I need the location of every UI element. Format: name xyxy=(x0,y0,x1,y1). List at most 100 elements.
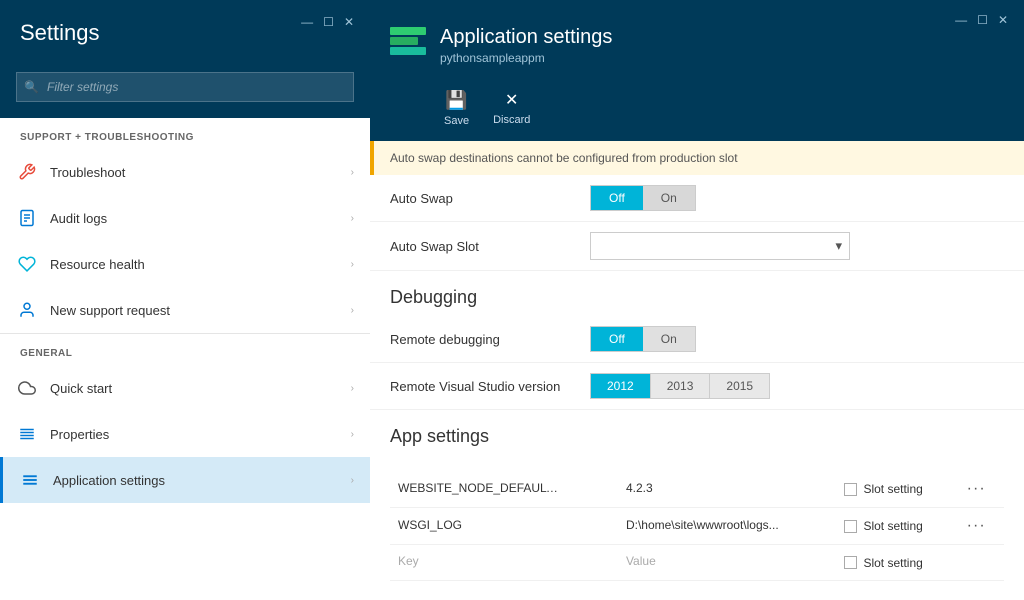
properties-label: Properties xyxy=(50,427,351,442)
sidebar-item-troubleshoot[interactable]: Troubleshoot › xyxy=(0,149,370,195)
heart-icon xyxy=(16,253,38,275)
section-label-general: GENERAL xyxy=(0,334,370,365)
key-value: WSGI_LOG xyxy=(398,518,462,532)
app-settings-heading: App settings xyxy=(370,410,1024,455)
version-toggle: 2012 2013 2015 xyxy=(590,373,770,399)
sidebar-item-resource-health[interactable]: Resource health › xyxy=(0,241,370,287)
value-cell: 4.2.3 xyxy=(618,471,837,508)
maximize-btn-right[interactable]: ☐ xyxy=(977,14,988,26)
sidebar-item-application-settings[interactable]: Application settings › xyxy=(0,457,370,503)
app-settings-table: WEBSITE_NODE_DEFAULT_V... 4.2.3 Slot set… xyxy=(390,471,1004,581)
remote-debugging-toggle: Off On xyxy=(590,326,696,352)
auto-swap-row: Auto Swap Off On xyxy=(370,175,1024,222)
chevron-icon: › xyxy=(351,475,354,486)
key-cell: Key xyxy=(390,545,618,581)
toolbar: 💾 Save ✕ Discard xyxy=(370,90,1024,141)
slot-checkbox[interactable] xyxy=(844,483,857,496)
auto-swap-slot-select-wrapper xyxy=(590,232,850,260)
sidebar-item-quick-start[interactable]: Quick start › xyxy=(0,365,370,411)
remote-debugging-label: Remote debugging xyxy=(390,332,590,347)
bars-equal-icon xyxy=(19,469,41,491)
application-settings-label: Application settings xyxy=(53,473,351,488)
right-panel-title: Application settings xyxy=(440,26,1004,49)
audit-logs-label: Audit logs xyxy=(50,211,351,226)
remote-debugging-on-btn[interactable]: On xyxy=(643,327,695,351)
key-value: WEBSITE_NODE_DEFAULT_V... xyxy=(398,481,558,495)
discard-button[interactable]: ✕ Discard xyxy=(493,90,530,127)
auto-swap-slot-row: Auto Swap Slot xyxy=(370,222,1024,271)
save-button[interactable]: 💾 Save xyxy=(444,90,469,127)
version-2013-btn[interactable]: 2013 xyxy=(651,374,711,398)
slot-checkbox[interactable] xyxy=(844,520,857,533)
remote-vs-label: Remote Visual Studio version xyxy=(390,379,590,394)
close-btn-right[interactable]: ✕ xyxy=(998,14,1008,26)
slot-setting-label: Slot setting xyxy=(863,556,922,570)
chevron-icon: › xyxy=(351,383,354,394)
version-2015-btn[interactable]: 2015 xyxy=(710,374,769,398)
settings-title: Settings xyxy=(20,20,100,46)
troubleshoot-label: Troubleshoot xyxy=(50,165,351,180)
cloud-icon xyxy=(16,377,38,399)
discard-icon: ✕ xyxy=(505,90,518,110)
value-cell: D:\home\site\wwwroot\logs... xyxy=(618,508,837,545)
ellipsis-button[interactable]: ··· xyxy=(967,480,986,498)
remote-debugging-off-btn[interactable]: Off xyxy=(591,327,643,351)
chevron-icon: › xyxy=(351,305,354,316)
auto-swap-slot-select[interactable] xyxy=(590,232,850,260)
search-input[interactable] xyxy=(16,72,354,102)
right-header: Application settings pythonsampleappm — … xyxy=(370,0,1024,90)
minimize-btn-left[interactable]: — xyxy=(301,16,313,28)
slot-setting-label: Slot setting xyxy=(863,482,922,496)
minimize-btn-right[interactable]: — xyxy=(955,14,967,26)
bars-icon xyxy=(16,423,38,445)
auto-swap-label: Auto Swap xyxy=(390,191,590,206)
setting-value: Value xyxy=(626,554,656,568)
actions-cell: ··· xyxy=(959,508,1004,545)
window-controls-left: — ☐ ✕ xyxy=(301,16,354,28)
person-icon xyxy=(16,299,38,321)
left-panel: Settings — ☐ ✕ 🔍 SUPPORT + TROUBLESHOOTI… xyxy=(0,0,370,600)
sidebar-item-audit-logs[interactable]: Audit logs › xyxy=(0,195,370,241)
slot-setting-cell: Slot setting xyxy=(836,471,958,508)
alert-bar: Auto swap destinations cannot be configu… xyxy=(370,141,1024,175)
key-cell: WSGI_LOG xyxy=(390,508,618,545)
auto-swap-on-btn[interactable]: On xyxy=(643,186,695,210)
chevron-icon: › xyxy=(351,167,354,178)
wrench-icon xyxy=(16,161,38,183)
table-row: Key Value Slot setting xyxy=(390,545,1004,581)
setting-value: D:\home\site\wwwroot\logs... xyxy=(626,518,779,532)
sidebar-item-new-support-request[interactable]: New support request › xyxy=(0,287,370,333)
document-icon xyxy=(16,207,38,229)
remote-vs-version-row: Remote Visual Studio version 2012 2013 2… xyxy=(370,363,1024,410)
key-cell: WEBSITE_NODE_DEFAULT_V... xyxy=(390,471,618,508)
section-label-support: SUPPORT + TROUBLESHOOTING xyxy=(0,118,370,149)
search-icon: 🔍 xyxy=(24,80,39,94)
maximize-btn-left[interactable]: ☐ xyxy=(323,16,334,28)
actions-cell xyxy=(959,545,1004,581)
close-btn-left[interactable]: ✕ xyxy=(344,16,354,28)
right-title-section: Application settings pythonsampleappm xyxy=(440,26,1004,65)
discard-label: Discard xyxy=(493,114,530,126)
auto-swap-toggle: Off On xyxy=(590,185,696,211)
version-2012-btn[interactable]: 2012 xyxy=(591,374,651,398)
alert-text: Auto swap destinations cannot be configu… xyxy=(390,151,738,165)
save-label: Save xyxy=(444,115,469,127)
chevron-icon: › xyxy=(351,429,354,440)
sidebar-item-properties[interactable]: Properties › xyxy=(0,411,370,457)
slot-checkbox[interactable] xyxy=(844,556,857,569)
right-content: Auto swap destinations cannot be configu… xyxy=(370,141,1024,600)
resource-health-label: Resource health xyxy=(50,257,351,272)
value-cell: Value xyxy=(618,545,837,581)
window-controls-right: — ☐ ✕ xyxy=(955,14,1008,26)
actions-cell: ··· xyxy=(959,471,1004,508)
chevron-icon: › xyxy=(351,259,354,270)
left-header: Settings — ☐ ✕ xyxy=(0,0,370,62)
ellipsis-button[interactable]: ··· xyxy=(967,517,986,535)
table-row: WEBSITE_NODE_DEFAULT_V... 4.2.3 Slot set… xyxy=(390,471,1004,508)
auto-swap-off-btn[interactable]: Off xyxy=(591,186,643,210)
table-row: WSGI_LOG D:\home\site\wwwroot\logs... Sl… xyxy=(390,508,1004,545)
remote-debugging-row: Remote debugging Off On xyxy=(370,316,1024,363)
app-icon xyxy=(390,27,426,63)
slot-setting-cell: Slot setting xyxy=(836,545,958,581)
chevron-icon: › xyxy=(351,213,354,224)
